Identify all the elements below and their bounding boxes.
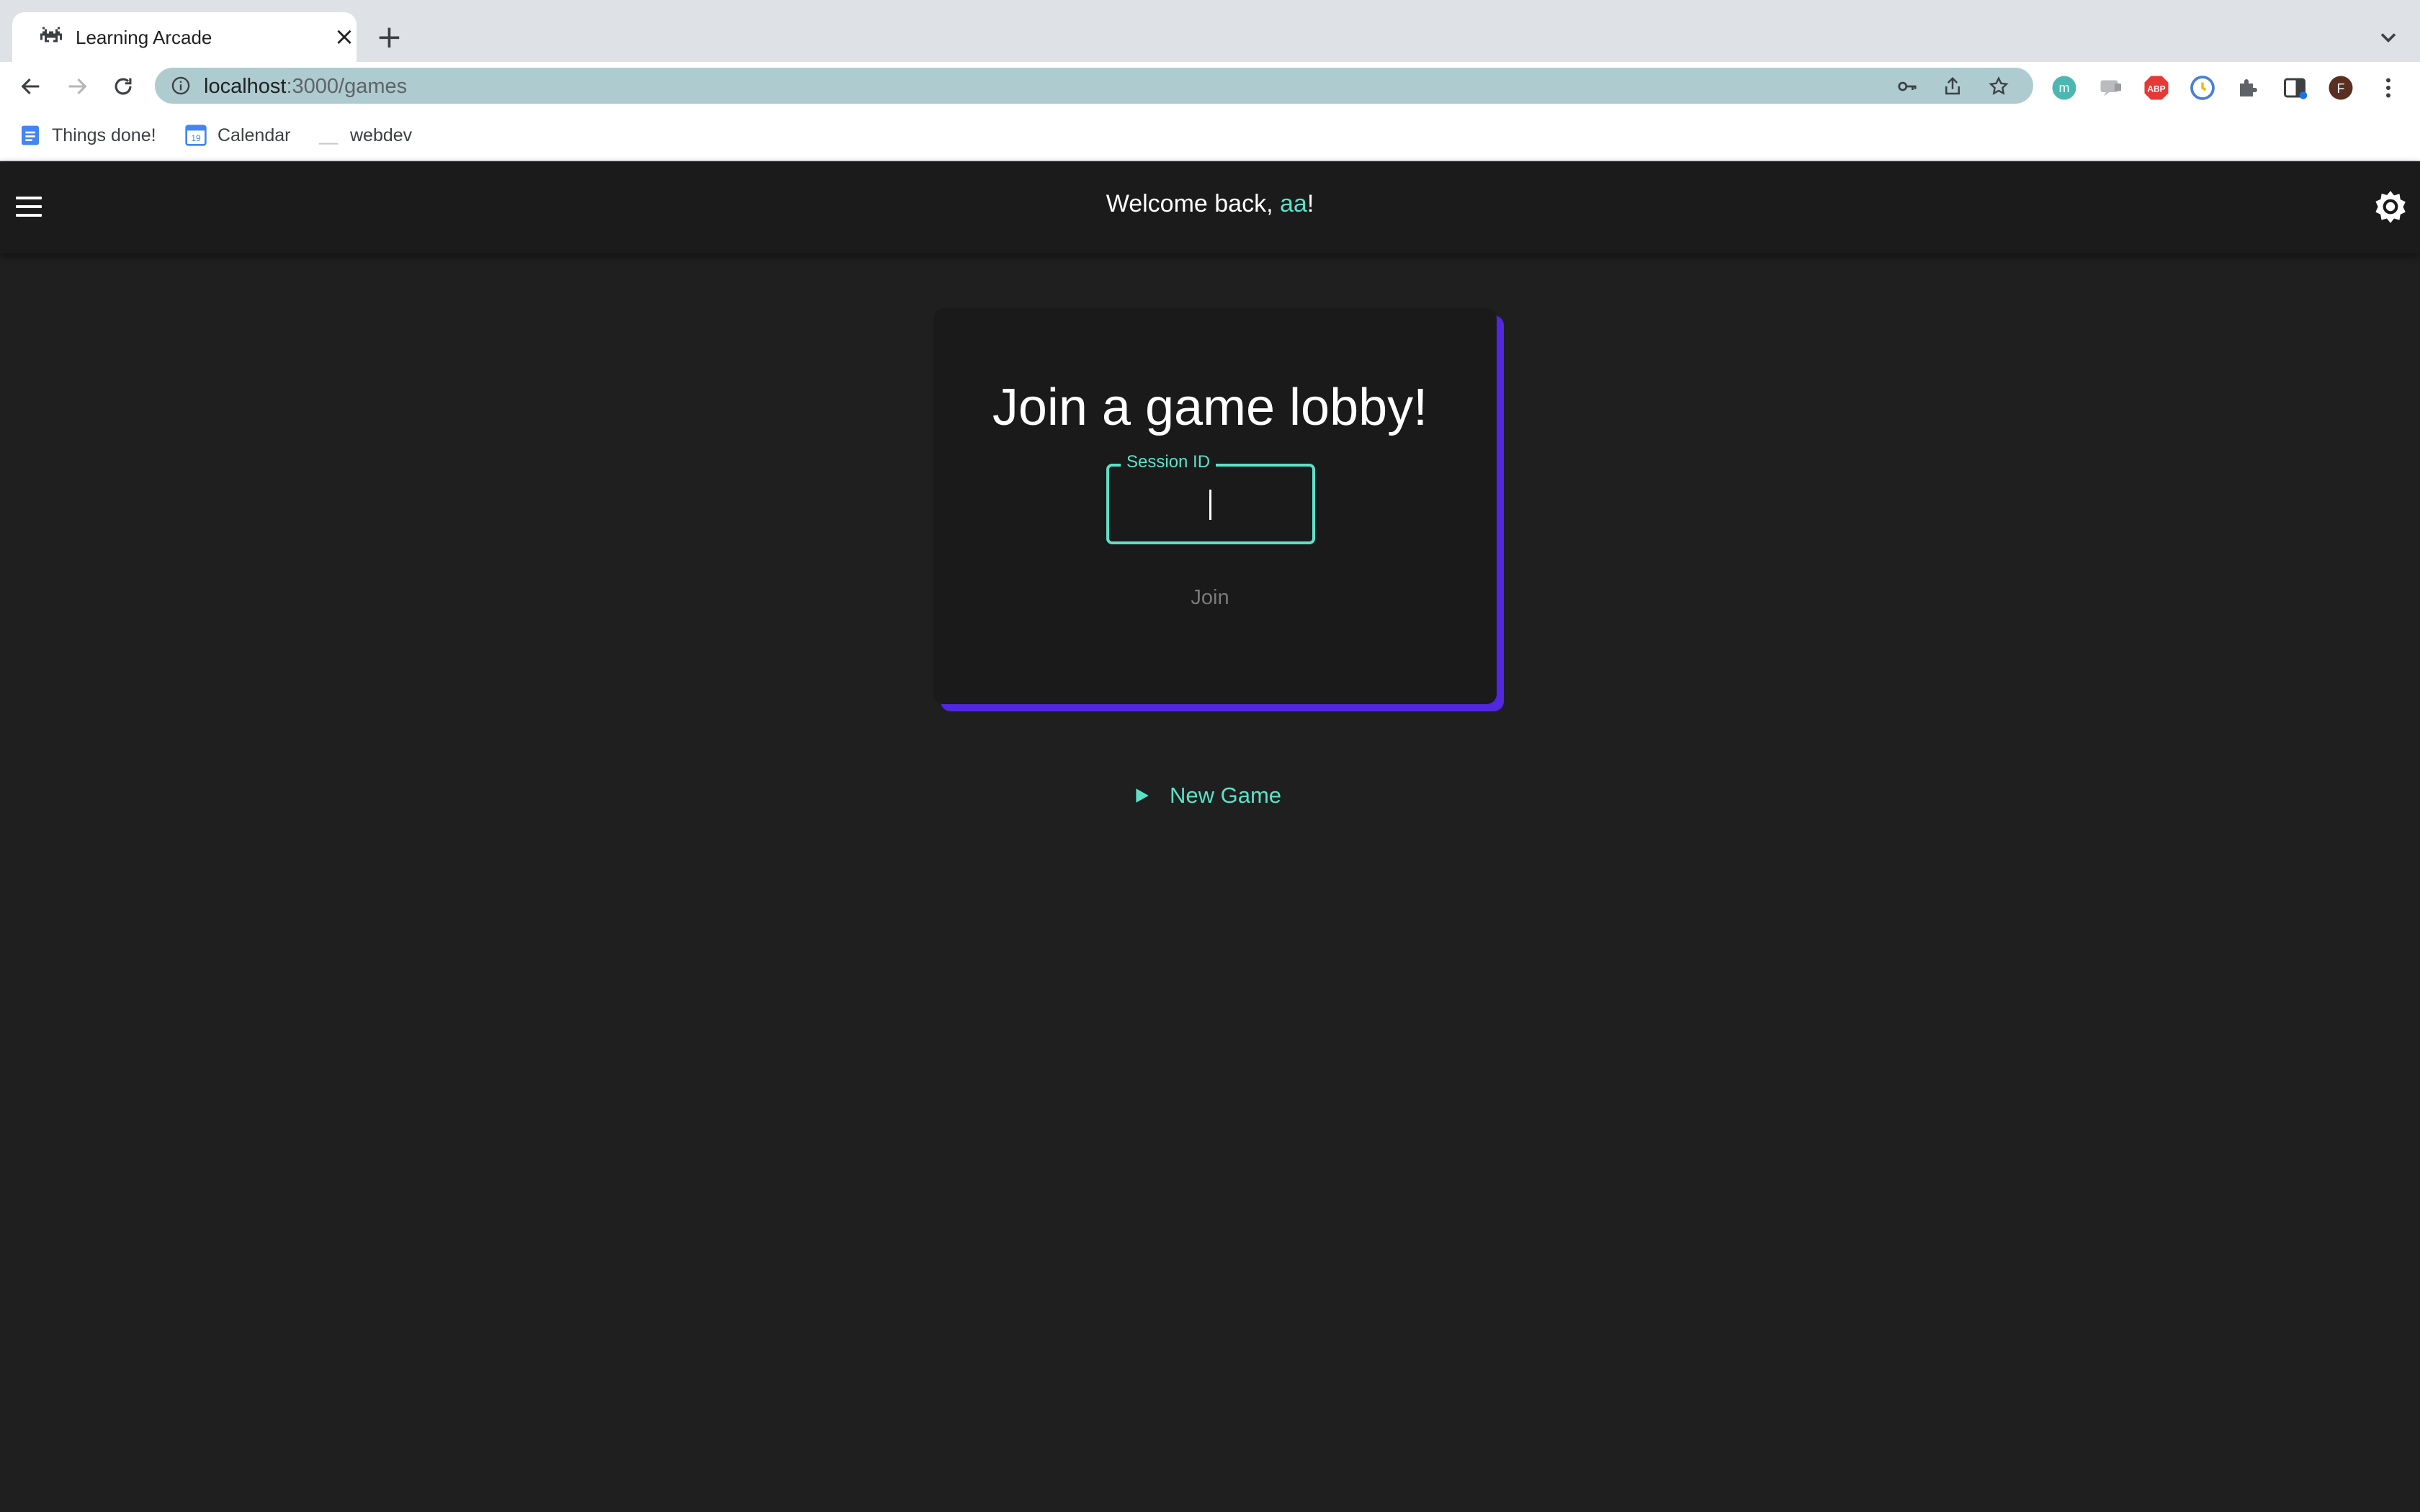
reload-icon[interactable] xyxy=(111,74,135,99)
close-tab-icon[interactable]: × xyxy=(333,24,355,49)
forward-arrow-icon[interactable] xyxy=(65,74,89,99)
key-icon[interactable] xyxy=(1896,76,1918,97)
bookmark-star-icon[interactable] xyxy=(1988,76,2009,97)
google-docs-icon xyxy=(22,125,39,145)
share-icon[interactable] xyxy=(1942,76,1963,97)
welcome-prefix: Welcome back, xyxy=(1106,190,1280,217)
session-id-label: Session ID xyxy=(1121,452,1216,472)
back-arrow-icon[interactable] xyxy=(19,74,43,99)
bookmark-label: webdev xyxy=(350,125,413,145)
extension-m-icon[interactable]: m xyxy=(2051,75,2077,101)
new-tab-icon[interactable]: + xyxy=(376,22,403,53)
url-path: :3000/games xyxy=(286,75,408,98)
address-bar[interactable]: localhost:3000/games xyxy=(155,68,2033,104)
bookmark-label: Things done! xyxy=(52,125,156,145)
bookmark-webdev[interactable]: webdev xyxy=(317,124,412,147)
google-calendar-icon: 19 xyxy=(185,125,207,146)
url-text[interactable]: localhost:3000/games xyxy=(204,75,407,99)
join-button[interactable]: Join xyxy=(1158,576,1262,619)
username: aa xyxy=(1279,190,1307,217)
join-lobby-title: Join a game lobby! xyxy=(992,379,1428,436)
bookmark-label: Calendar xyxy=(218,125,291,145)
welcome-suffix: ! xyxy=(1307,190,1314,217)
tab-search-chevron-icon[interactable] xyxy=(2375,24,2401,50)
welcome-message: Welcome back, aa! xyxy=(0,190,2420,218)
text-caret xyxy=(1209,490,1211,520)
adblock-label: ABP xyxy=(2147,84,2165,94)
profile-initial: F xyxy=(2337,81,2345,96)
bookmark-calendar[interactable]: 19 Calendar xyxy=(184,124,290,147)
blank-page-icon xyxy=(318,143,339,145)
theme-toggle-icon[interactable] xyxy=(2372,189,2408,225)
site-info-icon[interactable] xyxy=(171,76,191,96)
play-icon xyxy=(1136,788,1149,803)
tab-title: Learning Arcade xyxy=(76,27,212,48)
adblock-plus-icon[interactable]: ABP xyxy=(2143,75,2169,101)
extension-clock-icon[interactable] xyxy=(2190,75,2215,101)
url-host: localhost xyxy=(204,75,287,98)
bookmark-things-done[interactable]: Things done! xyxy=(19,124,156,147)
extension-chat-icon[interactable] xyxy=(2097,75,2123,101)
calendar-day: 19 xyxy=(191,133,201,143)
browser-tab-strip: Learning Arcade × + xyxy=(0,0,2420,62)
space-invader-icon xyxy=(40,27,62,42)
extensions-puzzle-icon[interactable] xyxy=(2236,75,2262,101)
profile-avatar[interactable]: F xyxy=(2328,75,2354,101)
new-game-label: New Game xyxy=(1170,783,1282,808)
kebab-menu-icon[interactable] xyxy=(2375,75,2401,101)
sidebar-panel-icon[interactable] xyxy=(2282,75,2308,101)
new-game-button[interactable]: New Game xyxy=(1132,778,1281,814)
extension-m-letter: m xyxy=(2059,81,2070,95)
browser-tab-active[interactable]: Learning Arcade × xyxy=(12,12,357,62)
bookmarks-bar: Things done! 19 Calendar webdev xyxy=(0,109,2420,161)
